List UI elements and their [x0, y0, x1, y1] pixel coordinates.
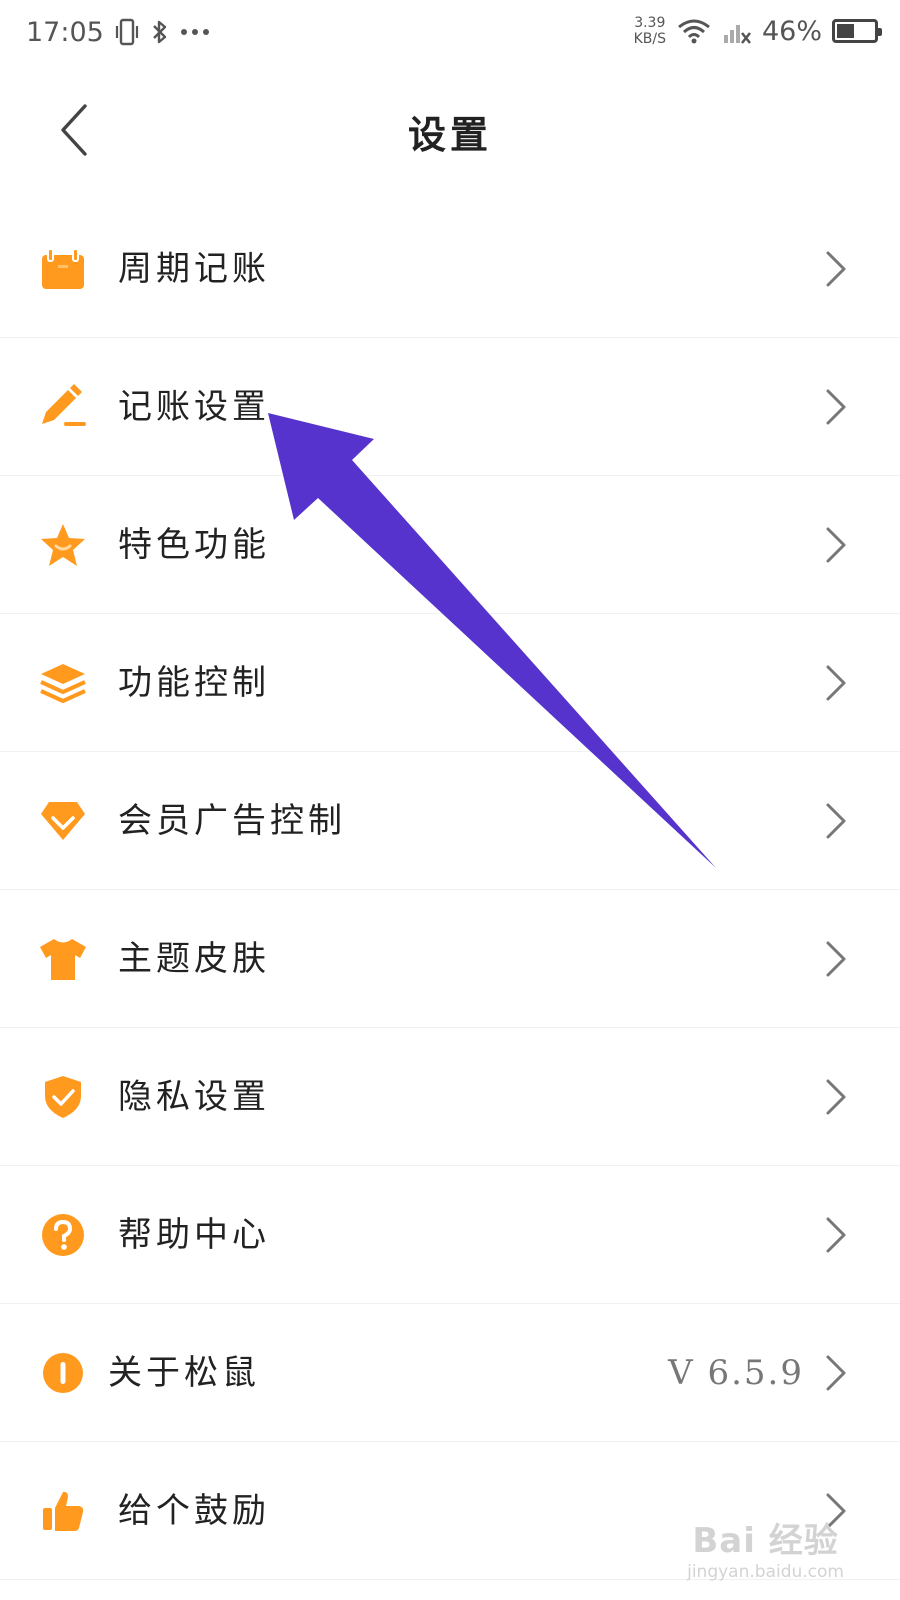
shield-check-icon — [38, 1072, 88, 1122]
status-time: 17:05 — [26, 16, 104, 48]
settings-item-label: 帮助中心 — [118, 1215, 270, 1255]
battery-icon — [832, 19, 882, 43]
chevron-right-icon — [826, 803, 846, 839]
watermark-sub: jingyan.baidu.com — [687, 1562, 844, 1582]
battery-fill — [837, 24, 854, 38]
gem-icon — [38, 796, 88, 846]
settings-item-label: 特色功能 — [118, 525, 270, 565]
vibrate-icon — [115, 18, 138, 46]
chevron-right-icon — [826, 941, 846, 977]
settings-item-special-features[interactable]: 特色功能 — [0, 476, 900, 614]
settings-item-theme-skin[interactable]: 主题皮肤 — [0, 890, 900, 1028]
net-speed-value: 3.39 — [634, 15, 666, 31]
chevron-right-icon — [826, 1079, 846, 1115]
battery-percent: 46% — [761, 15, 822, 47]
layers-icon — [38, 658, 88, 708]
info-icon — [38, 1348, 88, 1398]
thumbs-up-icon — [38, 1486, 88, 1536]
settings-item-label: 记账设置 — [118, 387, 270, 427]
version-label: V 6.5.9 — [668, 1353, 804, 1393]
settings-item-label: 功能控制 — [118, 663, 270, 703]
chevron-right-icon — [826, 665, 846, 701]
settings-item-vip-ad-control[interactable]: 会员广告控制 — [0, 752, 900, 890]
chevron-right-icon — [826, 1217, 846, 1253]
settings-item-periodic-bookkeeping[interactable]: 周期记账 — [0, 200, 900, 338]
baidu-watermark: Bai 经验 jingyan.baidu.com — [687, 1513, 844, 1582]
calendar-icon — [38, 244, 88, 294]
more-dots-icon — [180, 29, 209, 35]
chevron-right-icon — [826, 1355, 846, 1391]
settings-item-label: 关于松鼠 — [108, 1353, 260, 1393]
page-title: 设置 — [407, 112, 492, 157]
settings-item-label: 给个鼓励 — [118, 1491, 270, 1531]
settings-item-label: 主题皮肤 — [118, 939, 270, 979]
star-icon — [38, 520, 88, 570]
chevron-right-icon — [826, 389, 846, 425]
status-left: 17:05 — [26, 14, 210, 50]
settings-item-help-center[interactable]: 帮助中心 — [0, 1166, 900, 1304]
question-icon — [38, 1210, 88, 1260]
net-speed-unit: KB/S — [633, 31, 666, 47]
bluetooth-icon — [152, 20, 167, 44]
settings-item-label: 周期记账 — [118, 249, 270, 289]
settings-item-label: 隐私设置 — [118, 1077, 270, 1117]
chevron-right-icon — [826, 251, 846, 287]
wifi-icon — [678, 19, 710, 44]
pencil-icon — [38, 382, 88, 432]
net-speed: 3.39 KB/S — [634, 15, 666, 47]
nav-bar: 设置 — [0, 62, 900, 200]
settings-item-bookkeeping-settings[interactable]: 记账设置 — [0, 338, 900, 476]
status-bar: 17:05 3.39 KB/S 46% — [0, 0, 900, 62]
tshirt-icon — [38, 934, 88, 984]
settings-item-about[interactable]: 关于松鼠 V 6.5.9 — [0, 1304, 900, 1442]
chevron-right-icon — [826, 527, 846, 563]
settings-item-feature-control[interactable]: 功能控制 — [0, 614, 900, 752]
settings-item-privacy-settings[interactable]: 隐私设置 — [0, 1028, 900, 1166]
settings-list: 周期记账 记账设置 特色功能 功能控制 会员广告控制 主题皮肤 隐私设置 帮助中… — [0, 200, 900, 1580]
settings-item-label: 会员广告控制 — [118, 801, 346, 841]
signal-no-sim-icon — [723, 25, 751, 44]
watermark-main: Bai 经验 — [692, 1521, 839, 1561]
status-right: 3.39 KB/S 46% — [634, 12, 882, 50]
